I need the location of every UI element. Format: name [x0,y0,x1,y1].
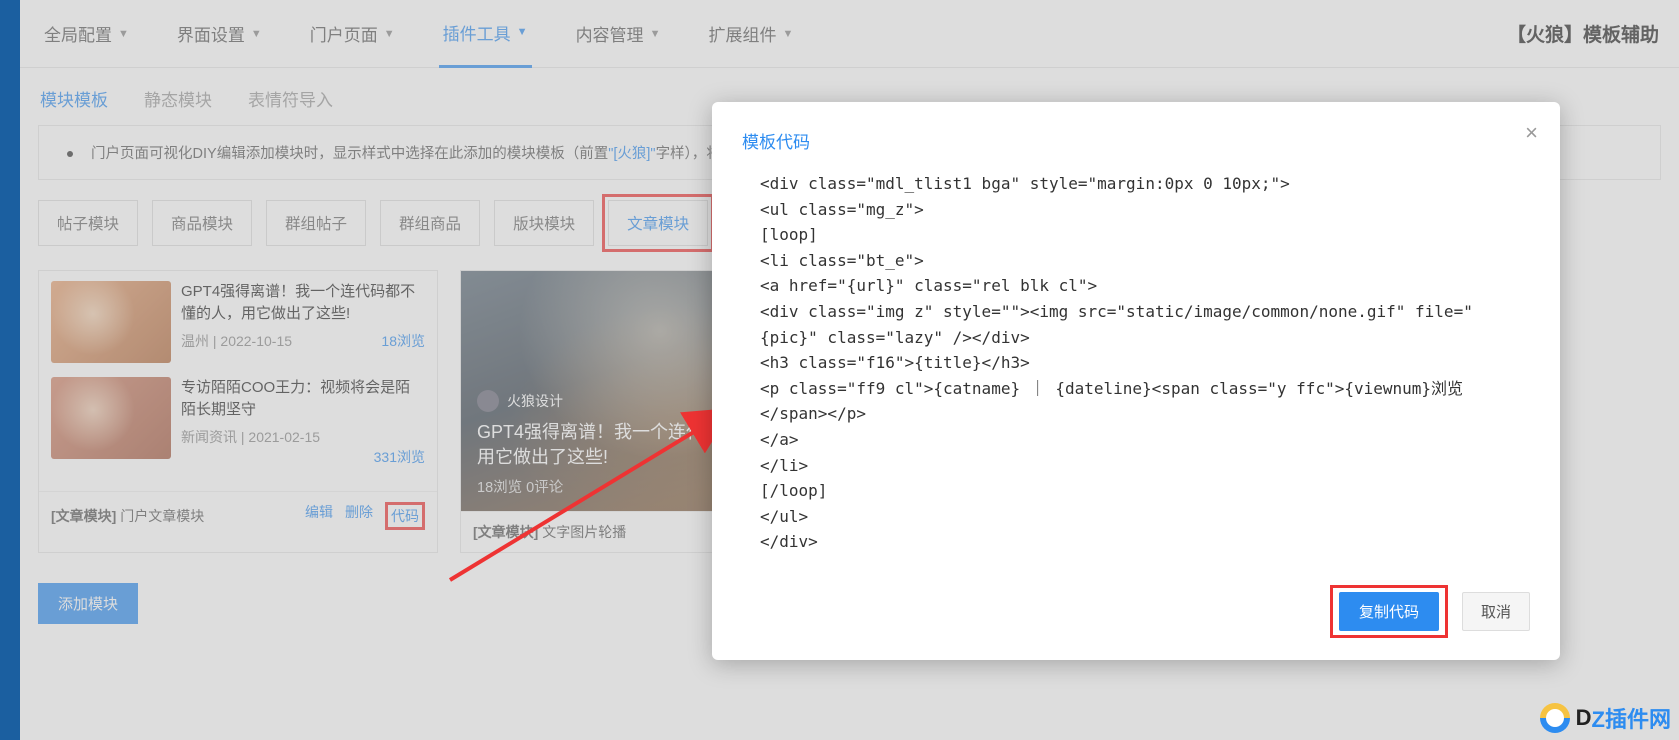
code-modal: 模板代码 × <div class="mdl_tlist1 bga" style… [712,102,1560,660]
close-icon[interactable]: × [1525,120,1538,146]
watermark: DZ插件网 [1540,702,1671,734]
left-strip [0,0,20,740]
modal-title: 模板代码 [742,128,1530,153]
code-content[interactable]: <div class="mdl_tlist1 bga" style="margi… [742,171,1530,555]
copy-code-button[interactable]: 复制代码 [1339,592,1439,631]
cancel-button[interactable]: 取消 [1462,592,1530,631]
modal-footer: 复制代码 取消 [742,585,1530,638]
logo-icon [1540,703,1570,733]
